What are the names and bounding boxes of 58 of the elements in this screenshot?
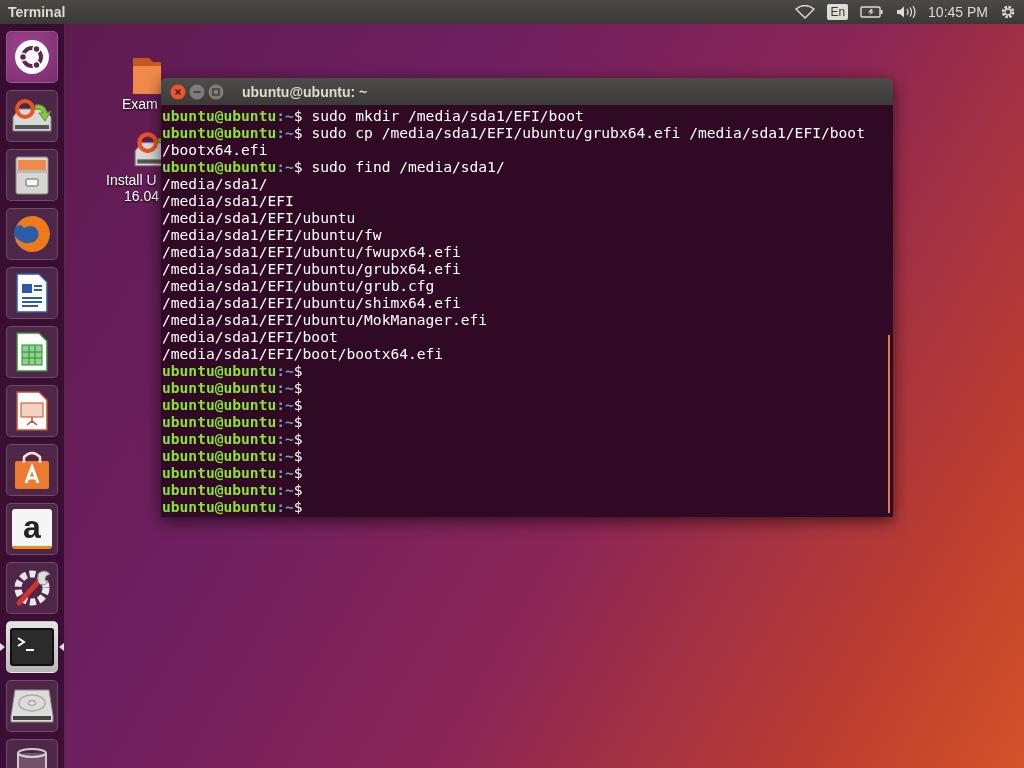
launcher-item[interactable] [6,90,58,142]
launcher-item[interactable] [6,149,58,201]
launcher-item[interactable] [6,385,58,437]
terminal-line: ubuntu@ubuntu:~$ sudo mkdir /media/sda1/EFI/boot [162,107,585,124]
terminal-line: ubuntu@ubuntu:~$ sudo cp /media/sda1/EFI/ubuntu/grubx64.efi /media/sda1/EFI/boot [162,124,866,141]
terminal-line: ubuntu@ubuntu:~$ [162,464,304,481]
terminal-line: /media/sda1/EFI/boot [162,328,339,345]
desktop-icon-label: Exam [122,96,158,112]
desktop-icon-label: 16.04 [124,188,160,204]
terminal-icon [10,628,54,666]
launcher-item[interactable]: a [6,503,58,555]
close-icon[interactable] [170,83,186,100]
launcher-item[interactable] [6,444,58,496]
terminal-line: ubuntu@ubuntu:~$ [162,413,304,430]
terminal-line: /bootx64.efi [162,141,269,158]
terminal-line: ubuntu@ubuntu:~$ [162,498,304,515]
ubuntu-logo-icon [12,37,52,77]
terminal-line: ubuntu@ubuntu:~$ [162,396,304,413]
desktop-icon-label: Install U [106,172,157,188]
terminal-line: ubuntu@ubuntu:~$ [162,481,304,498]
battery-icon[interactable] [860,6,885,18]
terminal-line: ubuntu@ubuntu:~$ sudo find /media/sda1/ [162,158,506,175]
maximize-icon[interactable] [208,83,224,100]
app-title: Terminal [8,4,66,20]
launcher-item[interactable] [6,326,58,378]
terminal-line: /media/sda1/EFI/ubuntu/fw [162,226,383,243]
launcher-item[interactable] [6,267,58,319]
terminal-line: /media/sda1/EFI/ubuntu [162,209,357,226]
terminal-line: /media/sda1/EFI/boot/bootx64.efi [162,345,445,362]
terminal-line: /media/sda1/EFI/ubuntu/shimx64.efi [162,294,462,311]
launcher-item[interactable] [6,31,58,83]
wifi-icon[interactable] [795,5,816,19]
document-icon [14,272,50,314]
terminal-line: ubuntu@ubuntu:~$ [162,362,304,379]
terminal-line: /media/sda1/EFI [162,192,295,209]
clock[interactable]: 10:45 PM [928,4,988,20]
letter-logo-icon: a [12,509,52,549]
hard-drive-icon [9,686,55,726]
terminal-line: /media/sda1/EFI/ubuntu/grubx64.efi [162,260,462,277]
volume-icon[interactable] [896,5,917,19]
terminal-line: /media/sda1/EFI/ubuntu/fwupx64.efi [162,243,462,260]
terminal-line: /media/sda1/EFI/ubuntu/MokManager.efi [162,311,489,328]
file-cabinet-icon [12,154,52,196]
terminal-line: /media/sda1/EFI/ubuntu/grub.cfg [162,277,436,294]
scrollbar[interactable] [888,335,890,513]
launcher-item[interactable] [6,562,58,614]
spreadsheet-icon [14,331,50,373]
terminal-line: /media/sda1/ [162,175,269,192]
minimize-icon[interactable] [189,83,205,100]
terminal-line: ubuntu@ubuntu:~$ [162,379,304,396]
launcher-item[interactable] [6,621,58,673]
launcher-item[interactable] [6,680,58,732]
power-gear-icon[interactable] [1000,4,1016,20]
terminal-line: ubuntu@ubuntu:~$ [162,430,304,447]
keyboard-layout-indicator[interactable]: En [827,4,849,20]
presentation-icon [14,390,50,432]
terminal-line: ubuntu@ubuntu:~$ [162,447,304,464]
window-title: ubuntu@ubuntu: ~ [242,83,368,100]
